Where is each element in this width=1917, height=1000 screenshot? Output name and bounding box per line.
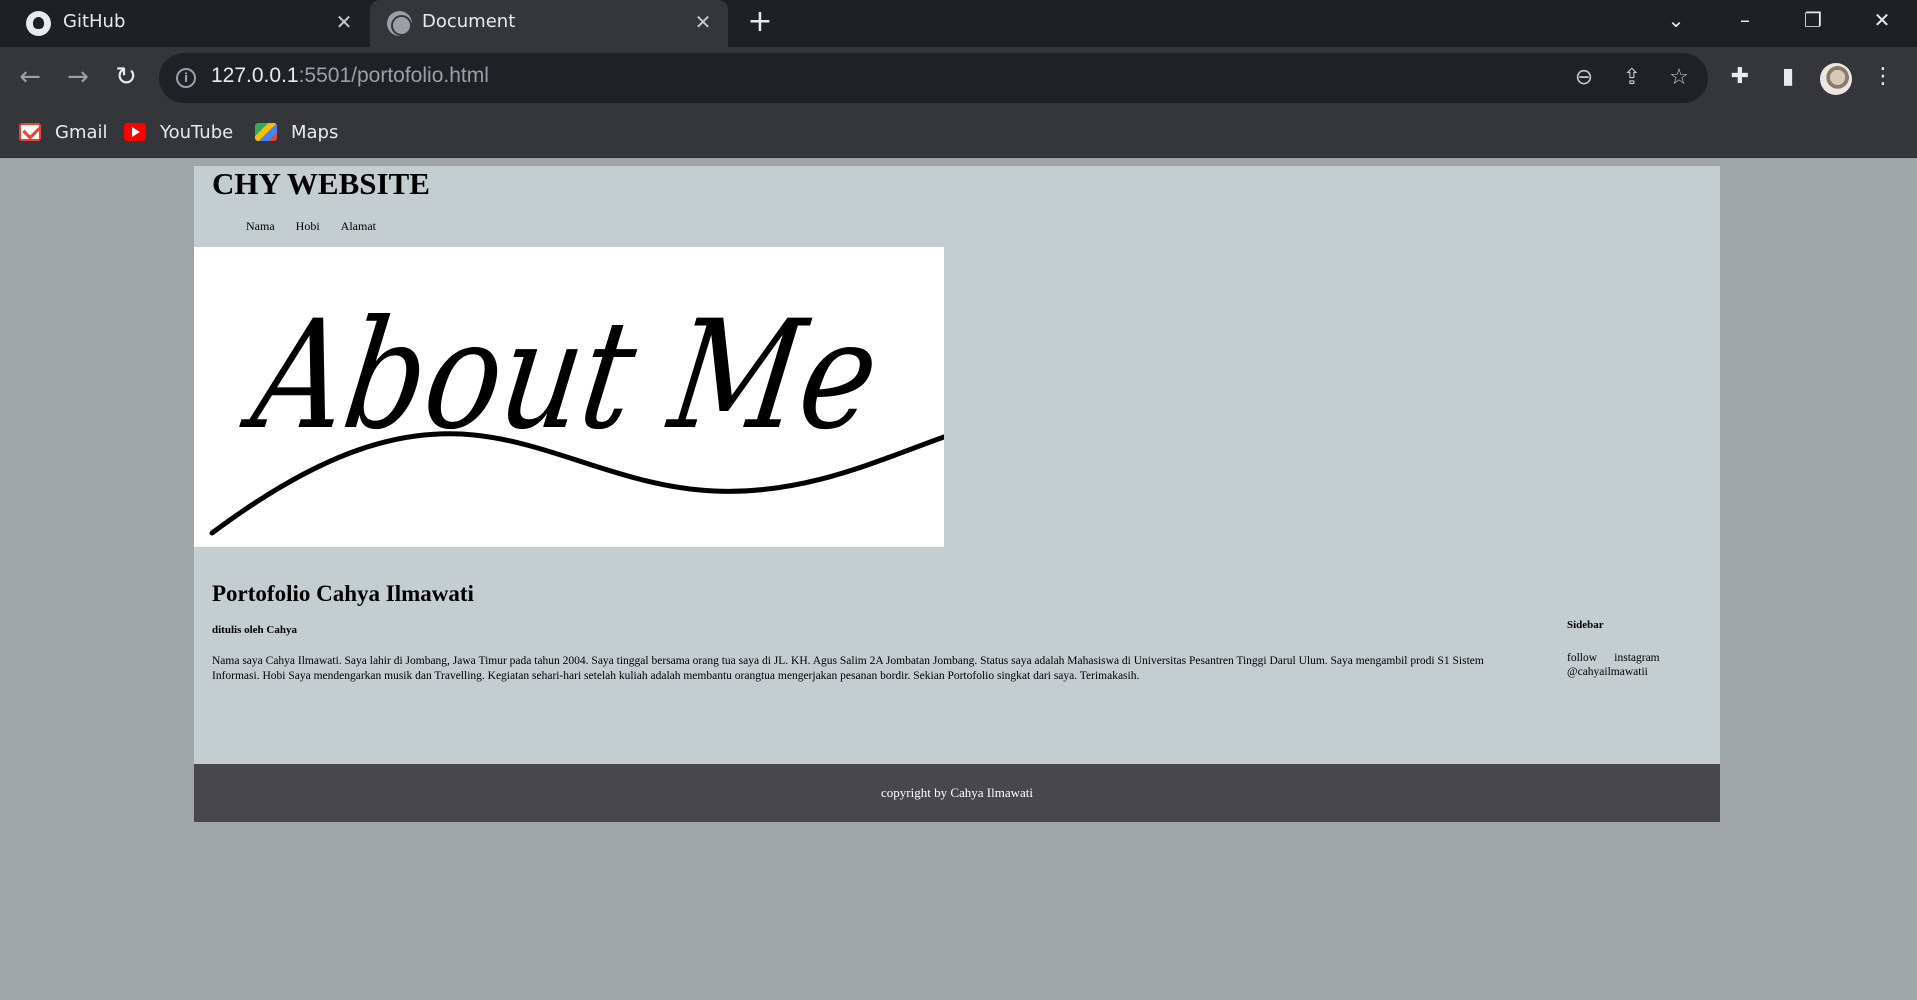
nav-link-nama[interactable]: Nama — [246, 219, 275, 234]
new-tab-button[interactable]: + — [744, 6, 776, 38]
close-window-button[interactable]: ✕ — [1862, 4, 1902, 36]
share-icon[interactable]: ⇪ — [1617, 63, 1647, 93]
tab-github[interactable]: GitHub ✕ — [0, 0, 366, 47]
tab-document-label: Document — [422, 11, 516, 32]
maps-icon — [255, 123, 277, 141]
bookmark-maps[interactable]: Maps — [255, 119, 338, 145]
tab-document[interactable]: Document ✕ — [370, 0, 728, 47]
bookmarks-bar: Gmail YouTube Maps — [0, 109, 1917, 158]
browser-toolbar: ← → ↻ i 127.0.0.1:5501/portofolio.html ⊖… — [0, 47, 1917, 109]
bookmark-gmail[interactable]: Gmail — [19, 119, 108, 145]
sidebar-text: follow instagram @cahyailmawatii — [1567, 652, 1663, 678]
banner-text: About Me — [234, 288, 889, 463]
close-tab-icon[interactable]: ✕ — [689, 8, 717, 36]
github-icon — [26, 11, 51, 36]
minimize-button[interactable]: – — [1725, 4, 1765, 36]
side-panel-icon[interactable]: ▮ — [1772, 61, 1804, 93]
site-title: CHY WEBSITE — [212, 166, 430, 201]
article-body: Nama saya Cahya Ilmawati. Saya lahir di … — [212, 655, 1484, 682]
tab-github-label: GitHub — [63, 11, 126, 32]
globe-icon — [387, 11, 412, 36]
tab-search-icon[interactable]: ⌄ — [1656, 4, 1696, 36]
gmail-icon — [19, 123, 41, 141]
article-title: Portofolio Cahya Ilmawati — [212, 581, 474, 606]
about-me-banner: About Me — [194, 247, 944, 547]
site-info-icon[interactable]: i — [176, 68, 196, 88]
bookmark-youtube[interactable]: YouTube — [124, 119, 233, 145]
footer-text: copyright by Cahya Ilmawati — [881, 785, 1033, 800]
bookmark-label: Gmail — [55, 121, 108, 143]
sidebar: Sidebar follow instagram @cahyailmawatii — [1567, 618, 1707, 679]
page-footer: copyright by Cahya Ilmawati — [194, 764, 1720, 822]
back-button[interactable]: ← — [14, 61, 46, 93]
menu-icon[interactable]: ⋮ — [1867, 61, 1899, 93]
page-container: CHY WEBSITE Nama Hobi Alamat About Me Po… — [194, 166, 1720, 822]
url-text[interactable]: 127.0.0.1:5501/portofolio.html — [211, 64, 489, 88]
close-tab-icon[interactable]: ✕ — [330, 8, 358, 36]
zoom-icon[interactable]: ⊖ — [1569, 63, 1599, 93]
nav-link-alamat[interactable]: Alamat — [341, 219, 376, 234]
bookmark-label: YouTube — [160, 121, 234, 143]
restore-button[interactable]: ❐ — [1793, 4, 1833, 36]
reload-button[interactable]: ↻ — [110, 61, 142, 93]
article-author: ditulis oleh Cahya — [212, 624, 297, 636]
bookmark-label: Maps — [291, 121, 339, 143]
bookmark-star-icon[interactable]: ☆ — [1664, 63, 1694, 93]
nav-link-hobi[interactable]: Hobi — [296, 219, 320, 234]
extensions-icon[interactable]: ✚ — [1724, 61, 1756, 93]
avatar[interactable] — [1820, 63, 1852, 95]
sidebar-heading: Sidebar — [1567, 619, 1604, 631]
article: Portofolio Cahya Ilmawati ditulis oleh C… — [212, 580, 1702, 682]
tab-strip: GitHub ✕ Document ✕ + ⌄ – ❐ ✕ — [0, 0, 1917, 47]
forward-button[interactable]: → — [62, 61, 94, 93]
site-nav: Nama Hobi Alamat — [246, 219, 376, 234]
address-bar[interactable]: i 127.0.0.1:5501/portofolio.html ⊖ ⇪ ☆ — [159, 53, 1708, 103]
youtube-icon — [124, 123, 146, 141]
